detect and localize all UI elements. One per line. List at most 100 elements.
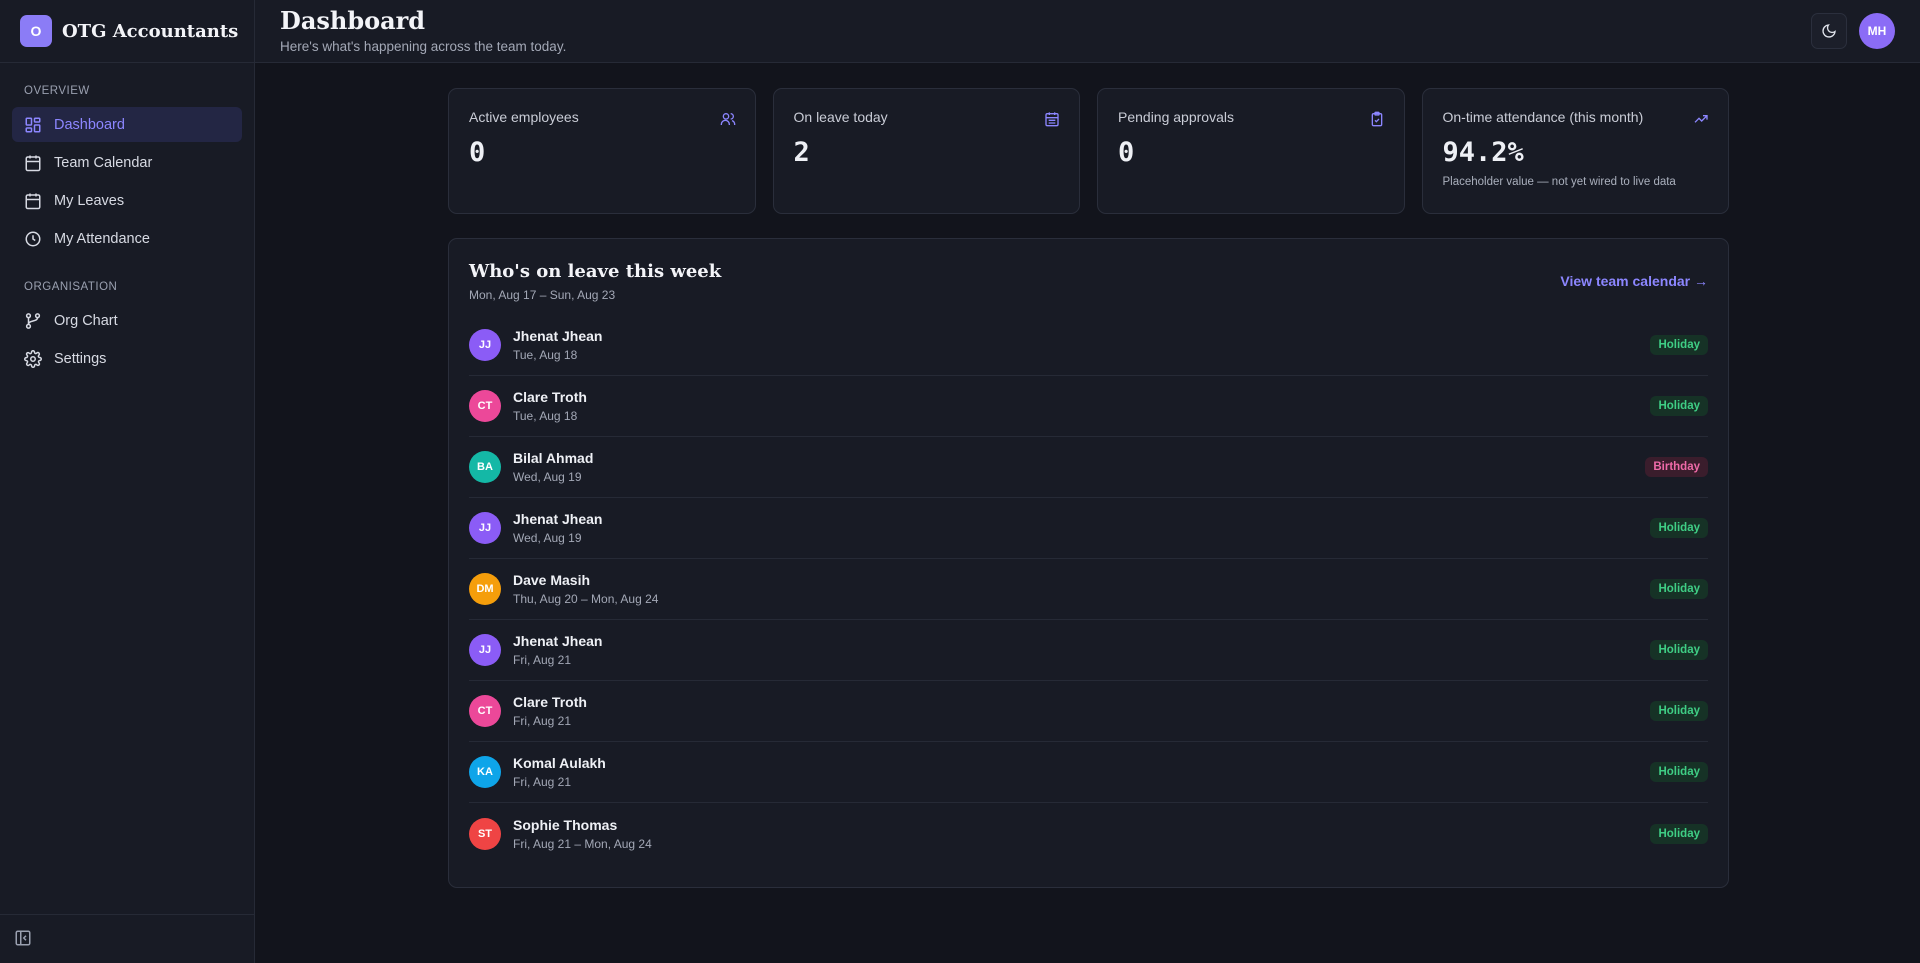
- leave-date: Tue, Aug 18: [513, 348, 578, 362]
- person-name: Komal Aulakh: [513, 755, 606, 771]
- leave-type-badge: Holiday: [1650, 396, 1708, 416]
- theme-toggle-button[interactable]: [1811, 13, 1847, 49]
- leave-type-badge: Holiday: [1650, 823, 1708, 844]
- collapse-sidebar-icon[interactable]: [14, 929, 34, 949]
- leave-date: Thu, Aug 20 – Mon, Aug 24: [513, 592, 659, 606]
- header: Dashboard Here's what's happening across…: [255, 0, 1920, 63]
- clipboard-check-icon: [1369, 111, 1385, 127]
- sidebar-item-org-chart[interactable]: Org Chart: [12, 303, 242, 338]
- avatar: DM: [469, 573, 501, 605]
- list-item[interactable]: KA Komal Aulakh Fri, Aug 21 Holiday: [469, 742, 1708, 803]
- leave-date: Tue, Aug 18: [513, 409, 578, 423]
- stat-card-on-leave-today: On leave today 2: [772, 88, 1080, 214]
- avatar: KA: [469, 756, 501, 788]
- section-title-organisation: ORGANISATION: [24, 281, 118, 293]
- panel-subtitle: Mon, Aug 17 – Sun, Aug 23: [469, 288, 616, 302]
- stat-card-on-time-attendance: On-time attendance (this month) 94.2% Pl…: [1421, 88, 1729, 214]
- calendar-days-icon: [1044, 111, 1060, 127]
- leave-date: Fri, Aug 21: [513, 653, 572, 667]
- stat-note: Placeholder value — not yet wired to liv…: [1442, 176, 1676, 188]
- stat-value: 0: [469, 137, 486, 168]
- leave-type-badge: Holiday: [1650, 518, 1708, 538]
- person-name: Sophie Thomas: [513, 816, 618, 833]
- leave-date: Fri, Aug 21 – Mon, Aug 24: [513, 836, 652, 851]
- leave-date: Wed, Aug 19: [513, 531, 582, 545]
- sidebar-item-team-calendar[interactable]: Team Calendar: [12, 145, 242, 180]
- sidebar-item-my-leaves[interactable]: My Leaves: [12, 183, 242, 218]
- brand-logo: O: [20, 15, 52, 47]
- sidebar-item-label: Dashboard: [54, 116, 125, 133]
- avatar: CT: [469, 390, 501, 422]
- nav-organisation: ORGANISATION Org Chart Settings: [0, 259, 254, 379]
- person-info: Clare Troth Fri, Aug 21: [513, 694, 1650, 728]
- stat-card-pending-approvals: Pending approvals 0: [1097, 88, 1405, 214]
- calendar-icon: [24, 154, 42, 172]
- leave-type-badge: Holiday: [1650, 640, 1708, 660]
- leave-date: Wed, Aug 19: [513, 470, 582, 484]
- leave-date: Fri, Aug 21: [513, 714, 572, 728]
- sidebar-footer: [0, 914, 254, 963]
- leave-this-week-panel: Who's on leave this week Mon, Aug 17 – S…: [448, 238, 1729, 888]
- person-info: Dave Masih Thu, Aug 20 – Mon, Aug 24: [513, 572, 1650, 606]
- stat-value: 0: [1118, 137, 1135, 168]
- leave-type-badge: Holiday: [1650, 579, 1708, 599]
- page-subtitle: Here's what's happening across the team …: [280, 39, 567, 55]
- header-actions: MH: [1811, 13, 1895, 49]
- person-info: Sophie Thomas Fri, Aug 21 – Mon, Aug 24: [513, 817, 1650, 851]
- header-text: Dashboard Here's what's happening across…: [280, 5, 567, 55]
- page-title: Dashboard: [280, 5, 426, 35]
- list-item[interactable]: JJ Jhenat Jhean Tue, Aug 18 Holiday: [469, 315, 1708, 376]
- list-item[interactable]: CT Clare Troth Tue, Aug 18 Holiday: [469, 376, 1708, 437]
- nav-overview: OVERVIEW Dashboard Team Calendar My Leav…: [0, 63, 254, 259]
- sidebar-item-label: My Attendance: [54, 230, 150, 247]
- sidebar-item-my-attendance[interactable]: My Attendance: [12, 221, 242, 256]
- leave-date: Fri, Aug 21: [513, 775, 572, 789]
- list-item[interactable]: CT Clare Troth Fri, Aug 21 Holiday: [469, 681, 1708, 742]
- person-info: Jhenat Jhean Tue, Aug 18: [513, 328, 1650, 362]
- person-info: Jhenat Jhean Wed, Aug 19: [513, 511, 1650, 545]
- gear-icon: [24, 349, 42, 368]
- moon-icon: [1821, 23, 1837, 39]
- stat-label: Active employees: [469, 109, 579, 125]
- list-item[interactable]: ST Sophie Thomas Fri, Aug 21 – Mon, Aug 24…: [469, 803, 1708, 864]
- avatar: JJ: [469, 329, 501, 361]
- sidebar-item-label: Settings: [54, 350, 107, 367]
- list-item[interactable]: JJ Jhenat Jhean Fri, Aug 21 Holiday: [469, 620, 1708, 681]
- list-item[interactable]: JJ Jhenat Jhean Wed, Aug 19 Holiday: [469, 498, 1708, 559]
- leave-type-badge: Holiday: [1650, 335, 1708, 355]
- list-item[interactable]: BA Bilal Ahmad Wed, Aug 19 Birthday: [469, 437, 1708, 498]
- brand: O OTG Accountants: [0, 0, 254, 63]
- sidebar-item-label: Team Calendar: [54, 154, 153, 171]
- avatar: ST: [469, 817, 501, 850]
- sidebar-item-settings[interactable]: Settings: [12, 341, 242, 376]
- avatar: BA: [469, 451, 501, 483]
- leave-type-badge: Holiday: [1650, 701, 1708, 721]
- calendar-icon: [24, 192, 42, 210]
- stat-label: On-time attendance (this month): [1442, 109, 1644, 125]
- user-avatar[interactable]: MH: [1859, 13, 1895, 49]
- leave-type-badge: Birthday: [1645, 457, 1708, 477]
- person-name: Bilal Ahmad: [513, 450, 594, 466]
- person-info: Jhenat Jhean Fri, Aug 21: [513, 633, 1650, 667]
- avatar: JJ: [469, 634, 501, 666]
- panel-title: Who's on leave this week: [469, 261, 722, 282]
- view-team-calendar-link[interactable]: View team calendar →: [1560, 273, 1708, 289]
- stat-label: Pending approvals: [1118, 109, 1234, 125]
- sidebar-item-label: My Leaves: [54, 192, 125, 209]
- list-item[interactable]: DM Dave Masih Thu, Aug 20 – Mon, Aug 24 Hol…: [469, 559, 1708, 620]
- stat-label: On leave today: [793, 109, 888, 125]
- avatar: JJ: [469, 512, 501, 544]
- trending-up-icon: [1693, 111, 1709, 127]
- sidebar-item-label: Org Chart: [54, 312, 118, 329]
- person-name: Jhenat Jhean: [513, 328, 603, 344]
- person-info: Bilal Ahmad Wed, Aug 19: [513, 450, 1645, 484]
- sidebar: O OTG Accountants OVERVIEW Dashboard Tea…: [0, 0, 255, 963]
- person-info: Clare Troth Tue, Aug 18: [513, 389, 1650, 423]
- avatar: CT: [469, 695, 501, 727]
- branch-icon: [24, 312, 42, 330]
- stats-row: Active employees 0 On leave today 2 Pend…: [448, 88, 1729, 214]
- stat-value: 2: [793, 137, 810, 168]
- leave-list: JJ Jhenat Jhean Tue, Aug 18 Holiday CT Clare …: [469, 315, 1708, 864]
- sidebar-item-dashboard[interactable]: Dashboard: [12, 107, 242, 142]
- clock-icon: [24, 230, 42, 248]
